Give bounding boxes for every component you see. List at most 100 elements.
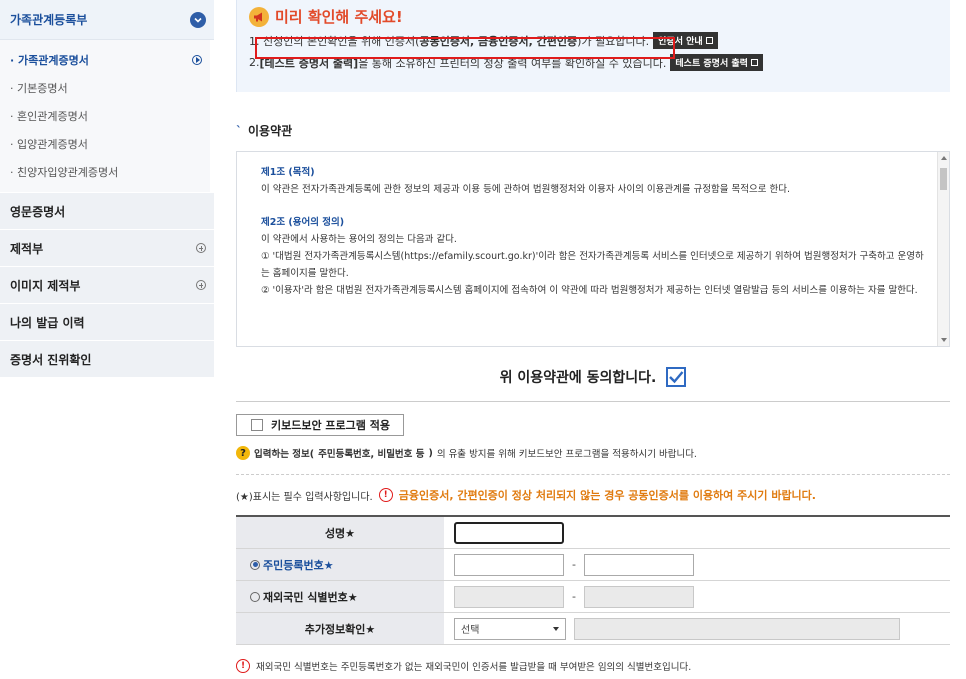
sidebar-sub-list: · 가족관계증명서 · 기본증명서 · 혼인관계증명서 · 입양관계증명서 · … xyxy=(0,40,210,192)
footer-note: ! 재외국민 식별번호는 주민등록번호가 없는 재외국민이 인증서를 발급받을 … xyxy=(236,659,950,673)
rrn-second-input[interactable] xyxy=(583,553,694,576)
terms-content: 제1조 (목적) 이 약관은 전자가족관계등록에 관한 정보의 제공과 이용 등… xyxy=(237,152,949,299)
sidebar-item-authenticity-check[interactable]: 증명서 진위확인 xyxy=(0,341,214,377)
rrn-radio-label[interactable]: 주민등록번호★ xyxy=(236,549,444,580)
footer-note-text: 재외국민 식별번호는 주민등록번호가 없는 재외국민이 인증서를 발급받을 때 … xyxy=(256,662,692,673)
note-bold-text: ) xyxy=(428,447,433,459)
dash: - xyxy=(572,590,576,603)
extra-label: 추가정보확인★ xyxy=(236,613,444,644)
sidebar-item-label: 증명서 진위확인 xyxy=(10,352,92,367)
label-text: 주민등록번호★ xyxy=(263,558,334,572)
check-icon xyxy=(669,371,684,384)
radio-selected-icon[interactable] xyxy=(250,559,260,570)
test-print-button[interactable]: 테스트 증명서 출력 xyxy=(670,54,763,71)
sidebar-item-english-cert[interactable]: 영문증명서 xyxy=(0,193,214,229)
form-row-foreign-id: 재외국민 식별번호★ - xyxy=(236,581,950,613)
sidebar-item-label: · 친양자입양관계증명서 xyxy=(10,166,119,179)
terms-scrollbar[interactable] xyxy=(937,152,949,346)
sidebar-header[interactable]: 가족관계등록부 xyxy=(0,0,214,40)
article-2-title: 제2조 (용어의 정의) xyxy=(261,217,345,228)
name-label: 성명★ xyxy=(236,517,444,548)
sidebar-item-label: 나의 발급 이력 xyxy=(10,315,85,330)
sidebar-item-adoption-cert[interactable]: · 입양관계증명서 xyxy=(0,130,210,158)
label-text: 추가정보확인★ xyxy=(304,622,376,636)
note-bold-text: 주민등록번호, 비밀번호 등 xyxy=(318,449,425,460)
sidebar-item-label: · 가족관계증명서 xyxy=(10,54,89,67)
sidebar-item-issue-history[interactable]: 나의 발급 이력 xyxy=(0,304,214,340)
button-label: 키보드보안 프로그램 적용 xyxy=(271,419,390,432)
sidebar-item-label: · 기본증명서 xyxy=(10,82,68,95)
warning-text: 금융인증서, 간편인증이 정상 처리되지 않는 경우 공동인증서를 이용하여 주… xyxy=(398,489,816,502)
terms-section-title: 이용약관 xyxy=(236,122,950,139)
notice-title: 미리 확인해 주세요! xyxy=(249,6,950,27)
plus-circle-icon xyxy=(196,243,206,253)
divider xyxy=(236,401,950,402)
sidebar-item-family-cert[interactable]: · 가족관계증명서 xyxy=(0,46,210,74)
sidebar-item-label: 제적부 xyxy=(10,241,44,256)
sidebar-item-full-adoption-cert[interactable]: · 친양자입양관계증명서 xyxy=(0,158,210,186)
sidebar-item-image-removed-register[interactable]: 이미지 제적부 xyxy=(0,267,214,303)
foreign-id-radio-label[interactable]: 재외국민 식별번호★ xyxy=(236,581,444,612)
select-value: 선택 xyxy=(461,625,480,636)
agree-checkbox[interactable] xyxy=(666,367,687,387)
identity-form: 성명★ 주민등록번호★ - 재외국민 식별번호★ - 추가정보확인★ 선택 xyxy=(236,515,950,645)
label-text: 재외국민 식별번호★ xyxy=(263,590,358,604)
external-link-icon xyxy=(705,37,713,44)
form-row-extra: 추가정보확인★ 선택 xyxy=(236,613,950,645)
article-1-title: 제1조 (목적) xyxy=(261,167,315,178)
radio-unselected-icon[interactable] xyxy=(250,591,260,602)
divider xyxy=(236,474,950,475)
sidebar-item-basic-cert[interactable]: · 기본증명서 xyxy=(0,74,210,102)
sidebar-header-label: 가족관계등록부 xyxy=(10,13,88,27)
sidebar-item-removed-register[interactable]: 제적부 xyxy=(0,230,214,266)
button-label: 테스트 증명서 출력 xyxy=(675,59,748,69)
foreign-id-second-input[interactable] xyxy=(583,585,694,608)
keyboard-security-button[interactable]: 키보드보안 프로그램 적용 xyxy=(236,414,404,436)
dash: - xyxy=(572,558,576,571)
scroll-thumb[interactable] xyxy=(940,168,947,190)
checkbox-icon xyxy=(251,419,263,431)
highlight-box xyxy=(255,37,675,59)
scroll-up-icon[interactable] xyxy=(941,156,947,160)
play-circle-icon xyxy=(192,55,202,65)
warning-icon: ! xyxy=(378,488,393,502)
keyboard-note: ? 입력하는 정보(주민등록번호, 비밀번호 등) 의 유출 방지를 위해 키보드… xyxy=(236,446,950,460)
article-2-item-2: ② '이용자'라 함은 대법원 전자가족관계등록시스템 홈페이지에 접속하여 이… xyxy=(261,285,918,296)
form-row-rrn: 주민등록번호★ - xyxy=(236,549,950,581)
sidebar-item-label: · 혼인관계증명서 xyxy=(10,110,88,123)
form-cell: - xyxy=(444,549,950,580)
warning-icon: ! xyxy=(236,659,250,673)
section-title-text: 이용약관 xyxy=(248,124,293,138)
agree-label: 위 이용약관에 동의합니다. xyxy=(499,370,657,386)
note-bold-text: 입력하는 정보( xyxy=(254,449,315,460)
terms-box[interactable]: 제1조 (목적) 이 약관은 전자가족관계등록에 관한 정보의 제공과 이용 등… xyxy=(236,151,950,347)
sidebar-item-marriage-cert[interactable]: · 혼인관계증명서 xyxy=(0,102,210,130)
sidebar-item-label: 이미지 제적부 xyxy=(10,278,81,293)
main-content: 미리 확인해 주세요! 1. 신청인의 본인확인을 위해 인증서(공동인증서, … xyxy=(236,0,950,673)
extra-info-select[interactable]: 선택 xyxy=(454,617,566,640)
notice-title-text: 미리 확인해 주세요! xyxy=(275,8,403,26)
required-note-row: (★)표시는 필수 입력사항입니다. ! 금융인증서, 간편인증이 정상 처리되… xyxy=(236,487,950,503)
article-2-body: 이 약관에서 사용하는 용어의 정의는 다음과 같다. xyxy=(261,234,457,245)
foreign-id-first-input[interactable] xyxy=(454,585,564,608)
dropdown-arrow-icon xyxy=(553,626,559,631)
rrn-first-input[interactable] xyxy=(454,553,564,576)
form-row-name: 성명★ xyxy=(236,517,950,549)
chevron-down-icon[interactable] xyxy=(190,11,206,28)
scroll-down-icon[interactable] xyxy=(941,338,947,342)
sidebar-item-label: 영문증명서 xyxy=(10,204,66,219)
agree-row: 위 이용약관에 동의합니다. xyxy=(236,367,950,387)
external-link-icon xyxy=(750,59,758,66)
plus-circle-icon xyxy=(196,280,206,290)
megaphone-icon xyxy=(249,6,269,27)
form-cell: 선택 xyxy=(444,613,950,644)
question-icon: ? xyxy=(236,446,250,460)
sidebar: 가족관계등록부 · 가족관계증명서 · 기본증명서 · 혼인관계증명서 · 입양… xyxy=(0,0,214,377)
form-cell: - xyxy=(444,581,950,612)
article-1-body: 이 약관은 전자가족관계등록에 관한 정보의 제공과 이용 등에 관하여 법원행… xyxy=(261,184,791,195)
name-input[interactable] xyxy=(454,521,564,544)
sidebar-item-label: · 입양관계증명서 xyxy=(10,138,88,151)
required-note: (★)표시는 필수 입력사항입니다. xyxy=(236,491,373,503)
extra-info-input[interactable] xyxy=(574,617,900,640)
note-text: 의 유출 방지를 위해 키보드보안 프로그램을 적용하시기 바랍니다. xyxy=(436,449,697,460)
